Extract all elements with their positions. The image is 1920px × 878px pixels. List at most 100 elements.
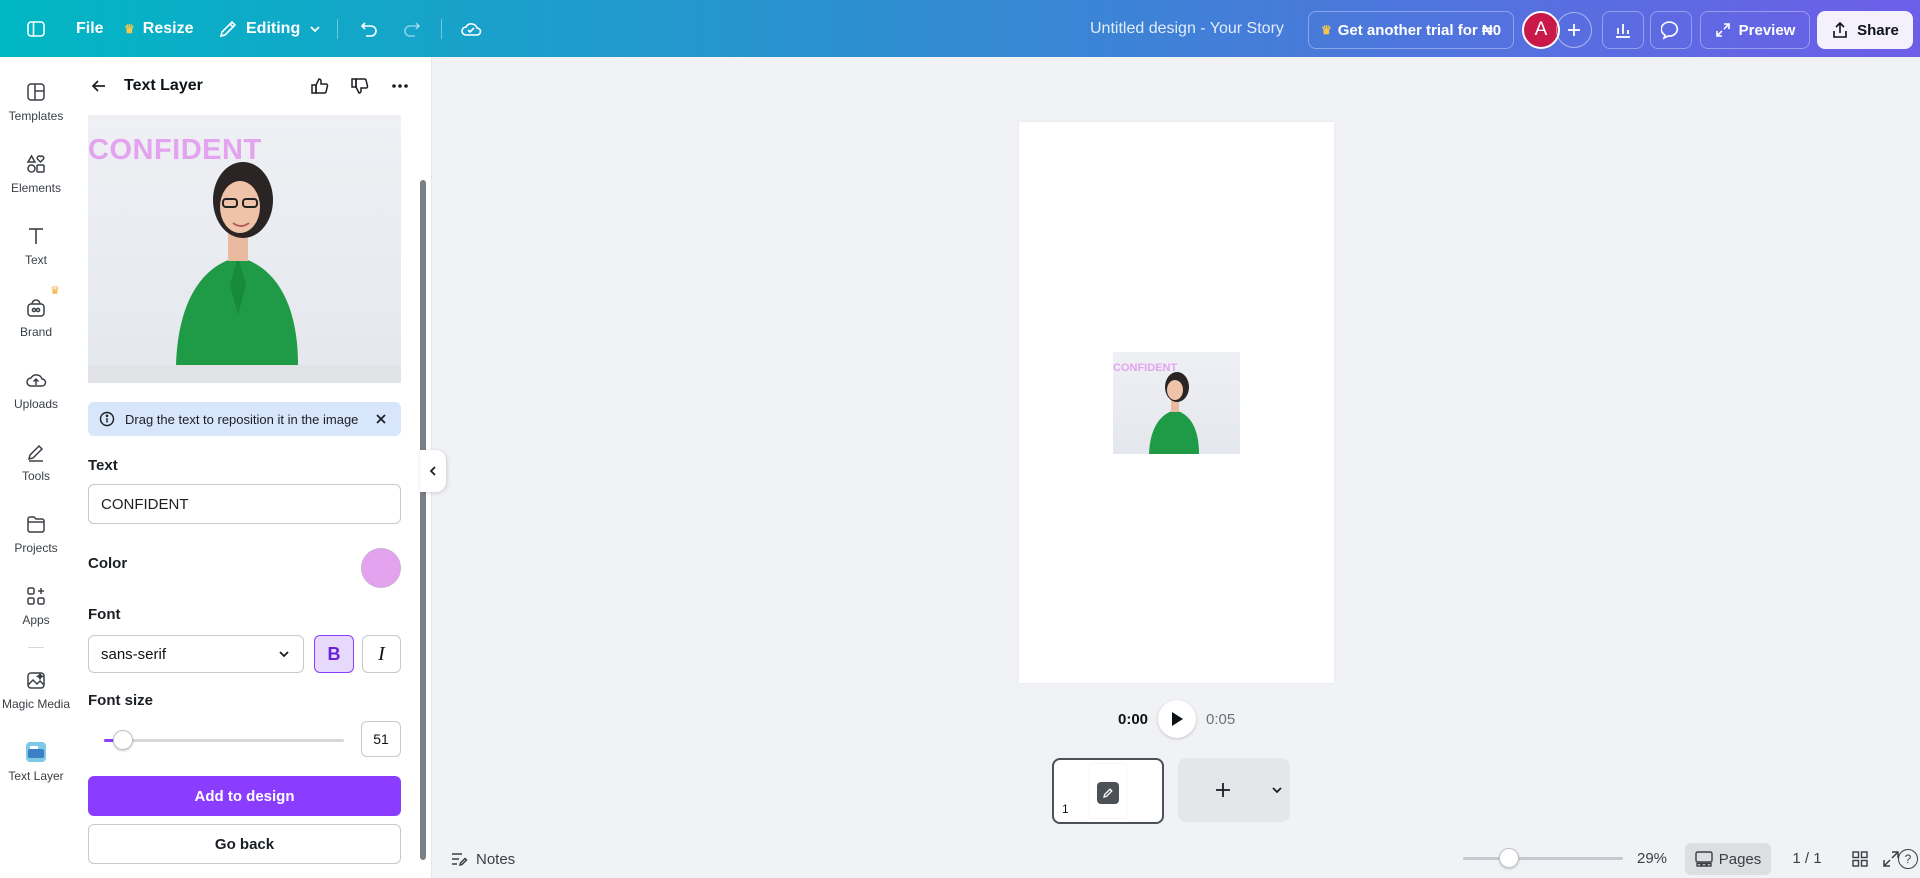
- color-section-label: Color: [88, 555, 128, 572]
- rail-label: Brand: [19, 325, 53, 339]
- font-size-input[interactable]: 51: [361, 721, 401, 757]
- chevron-left-icon: [429, 466, 436, 476]
- help-button[interactable]: ?: [1898, 849, 1918, 869]
- notes-icon: [452, 853, 468, 867]
- design-title[interactable]: Untitled design - Your Story: [1090, 0, 1284, 57]
- rail-label: Elements: [10, 181, 62, 195]
- rail-label: Text Layer: [8, 769, 64, 783]
- page-count: 1 / 1: [1792, 850, 1822, 867]
- tools-icon: [27, 444, 44, 462]
- apps-icon: [27, 587, 45, 605]
- share-button[interactable]: Share: [1817, 11, 1913, 49]
- rail-item-templates[interactable]: Templates: [0, 81, 72, 141]
- toggle-sidebar-button[interactable]: [18, 12, 54, 46]
- page-image-element[interactable]: CONFIDENT: [1113, 352, 1240, 454]
- editing-label: Editing: [246, 19, 301, 37]
- page-thumbnail[interactable]: 1: [1052, 758, 1164, 824]
- toolbar-divider: [337, 19, 338, 39]
- font-family-value: sans-serif: [101, 645, 167, 663]
- trial-label: Get another trial for ₦0: [1337, 21, 1502, 39]
- cloud-save-button[interactable]: [453, 12, 489, 46]
- magic-media-icon: [27, 672, 45, 689]
- thumbs-down-button[interactable]: [347, 73, 373, 99]
- bottom-status-bar: Notes 29% Pages 1 / 1 ?: [432, 840, 1920, 878]
- pencil-icon: [219, 20, 237, 37]
- bar-chart-icon: [1616, 24, 1630, 38]
- grid-view-icon[interactable]: [1851, 850, 1869, 868]
- panel-scrollbar[interactable]: [420, 180, 426, 860]
- add-page-button[interactable]: [1178, 758, 1290, 822]
- avatar[interactable]: A: [1522, 11, 1560, 49]
- italic-toggle-button[interactable]: I: [362, 635, 401, 673]
- text-input[interactable]: CONFIDENT: [88, 484, 401, 524]
- comments-button[interactable]: [1650, 11, 1692, 49]
- preview-overlay-text[interactable]: CONFIDENT: [88, 134, 262, 167]
- cloud-check-icon: [461, 23, 482, 36]
- rail-item-uploads[interactable]: Uploads: [0, 369, 72, 429]
- templates-icon: [27, 83, 45, 101]
- rail-label: Magic Media: [1, 697, 71, 711]
- rail-item-tools[interactable]: Tools: [0, 441, 72, 501]
- color-swatch-button[interactable]: [361, 548, 401, 588]
- crown-icon: ♛: [50, 285, 60, 297]
- file-menu-button[interactable]: File: [76, 0, 104, 57]
- rail-label: Tools: [21, 469, 50, 483]
- preview-label: Preview: [1738, 21, 1796, 39]
- thumbs-up-icon: [311, 78, 329, 94]
- editing-mode-button[interactable]: Editing: [218, 0, 322, 57]
- font-family-select[interactable]: sans-serif: [88, 635, 304, 673]
- resize-button[interactable]: ♛ Resize: [124, 0, 193, 57]
- close-icon[interactable]: [375, 413, 387, 425]
- thumbs-up-button[interactable]: [307, 73, 333, 99]
- pages-toggle-button[interactable]: Pages: [1685, 843, 1771, 875]
- play-icon: [1172, 712, 1184, 726]
- text-layer-preview-image[interactable]: CONFIDENT: [88, 115, 401, 383]
- rail-item-text-layer[interactable]: Text Layer: [0, 741, 72, 801]
- file-menu-label: File: [76, 19, 104, 37]
- play-button[interactable]: [1158, 700, 1197, 738]
- go-back-button[interactable]: Go back: [88, 824, 401, 864]
- pencil-icon: [1103, 788, 1113, 798]
- undo-button[interactable]: [351, 12, 387, 46]
- crown-icon: ♛: [1320, 23, 1332, 37]
- redo-button[interactable]: [394, 12, 430, 46]
- comment-icon: [1661, 21, 1679, 40]
- invite-button[interactable]: [1556, 12, 1592, 48]
- share-label: Share: [1857, 21, 1899, 39]
- rail-label: Templates: [8, 109, 64, 123]
- plus-icon: [1216, 783, 1230, 797]
- chevron-down-icon[interactable]: [1270, 783, 1284, 797]
- rail-item-projects[interactable]: Projects: [0, 513, 72, 573]
- collapse-panel-button[interactable]: [420, 450, 446, 492]
- sidebar-toggle-icon: [27, 21, 45, 37]
- add-to-design-button[interactable]: Add to design: [88, 776, 401, 816]
- back-button[interactable]: [86, 73, 112, 99]
- undo-icon: [360, 22, 377, 37]
- page-overlay-text: CONFIDENT: [1113, 362, 1178, 374]
- more-options-button[interactable]: [387, 73, 413, 99]
- rail-item-text[interactable]: Text: [0, 225, 72, 285]
- edit-page-button[interactable]: [1097, 782, 1119, 804]
- font-size-slider[interactable]: [104, 730, 344, 750]
- notes-button[interactable]: Notes: [450, 850, 515, 868]
- plus-icon: [1568, 24, 1580, 36]
- page-number: 1: [1062, 802, 1069, 816]
- rail-item-apps[interactable]: Apps: [0, 585, 72, 645]
- toolbar-divider: [441, 19, 442, 39]
- info-icon: [99, 411, 115, 427]
- insights-button[interactable]: [1602, 11, 1644, 49]
- rail-item-magic-media[interactable]: Magic Media: [0, 669, 72, 729]
- font-size-slider-thumb[interactable]: [113, 730, 134, 750]
- panel-title: Text Layer: [124, 77, 203, 94]
- zoom-slider[interactable]: [1463, 848, 1623, 868]
- rail-item-elements[interactable]: Elements: [0, 153, 72, 213]
- preview-button[interactable]: Preview: [1700, 11, 1810, 49]
- zoom-value[interactable]: 29%: [1637, 850, 1667, 867]
- rail-item-brand[interactable]: Brand: [0, 297, 72, 357]
- get-trial-button[interactable]: ♛ Get another trial for ₦0: [1308, 11, 1514, 49]
- resize-label: Resize: [142, 19, 194, 37]
- chevron-down-icon: [310, 25, 320, 32]
- design-page[interactable]: CONFIDENT: [1019, 122, 1334, 683]
- bold-toggle-button[interactable]: B: [314, 635, 354, 673]
- pages-label: Pages: [1718, 850, 1762, 868]
